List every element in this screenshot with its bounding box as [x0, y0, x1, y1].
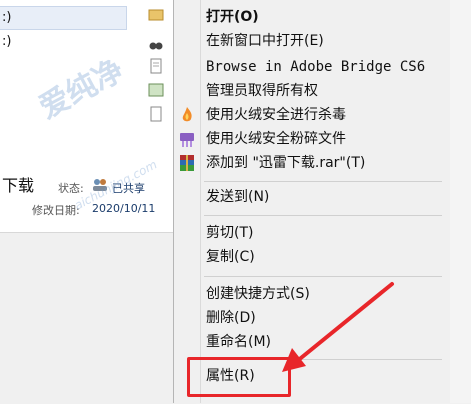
- annotation-arrow-icon: [282, 282, 394, 372]
